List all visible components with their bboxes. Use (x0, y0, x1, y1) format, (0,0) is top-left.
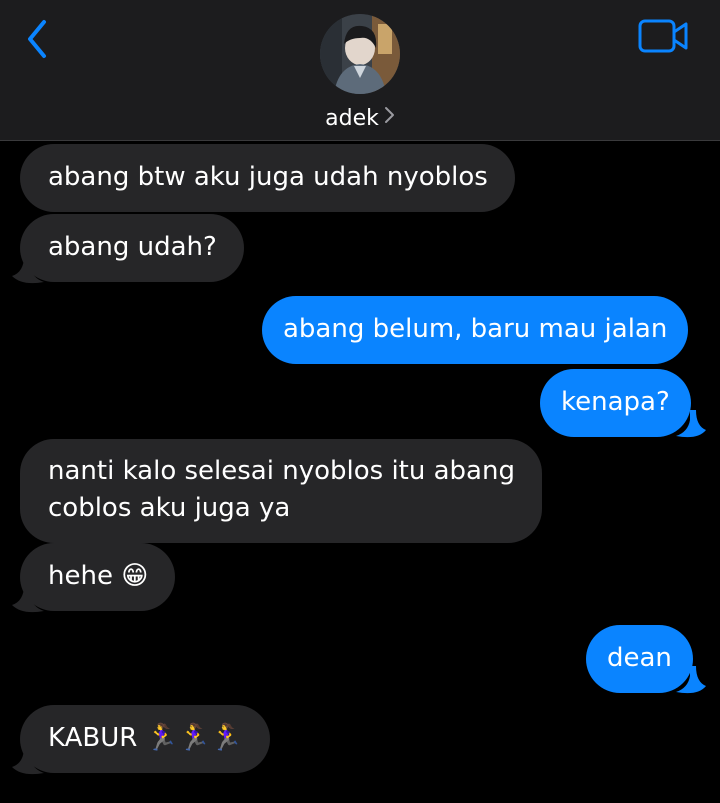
message-bubble-outgoing[interactable]: kenapa? (540, 369, 691, 437)
message-text: abang belum, baru mau jalan (283, 314, 668, 344)
running-woman-emoji: 🏃‍♀️🏃‍♀️🏃‍♀️ (145, 723, 243, 753)
conversation-header: adek (0, 0, 720, 141)
message-text-line: nanti kalo selesai nyoblos itu abang (48, 456, 515, 486)
bubble-tail (676, 666, 706, 694)
message-text: kenapa? (561, 387, 670, 417)
bubble-tail (12, 585, 44, 613)
message-text: hehe (48, 561, 113, 591)
bubble-tail (676, 410, 706, 438)
message-text-line: coblos aku juga ya (48, 493, 291, 523)
chevron-left-icon (28, 20, 46, 58)
contact-avatar[interactable] (320, 14, 400, 94)
contact-name: adek (325, 106, 379, 131)
message-bubble-incoming[interactable]: KABUR 🏃‍♀️🏃‍♀️🏃‍♀️ (20, 705, 270, 773)
avatar-photo (320, 14, 400, 94)
back-button[interactable] (22, 14, 62, 64)
message-bubble-outgoing[interactable]: abang belum, baru mau jalan (262, 296, 689, 364)
messages-screen: adek abang btw aku juga udah nyoblos aba… (0, 0, 720, 803)
message-text: abang btw aku juga udah nyoblos (48, 162, 488, 192)
grinning-face-emoji: 😁 (121, 561, 149, 591)
contact-name-button[interactable]: adek (0, 104, 720, 134)
chevron-right-icon (383, 104, 395, 134)
message-text: dean (607, 643, 672, 673)
message-bubble-incoming[interactable]: abang btw aku juga udah nyoblos (20, 144, 515, 212)
bubble-tail (12, 256, 44, 284)
video-call-button[interactable] (636, 16, 692, 56)
message-text: abang udah? (48, 232, 217, 262)
bubble-tail (12, 747, 44, 775)
video-camera-icon (638, 19, 688, 53)
message-text: KABUR (48, 723, 138, 753)
message-bubble-incoming[interactable]: nanti kalo selesai nyoblos itu abang cob… (20, 439, 542, 543)
message-bubble-incoming[interactable]: abang udah? (20, 214, 244, 282)
